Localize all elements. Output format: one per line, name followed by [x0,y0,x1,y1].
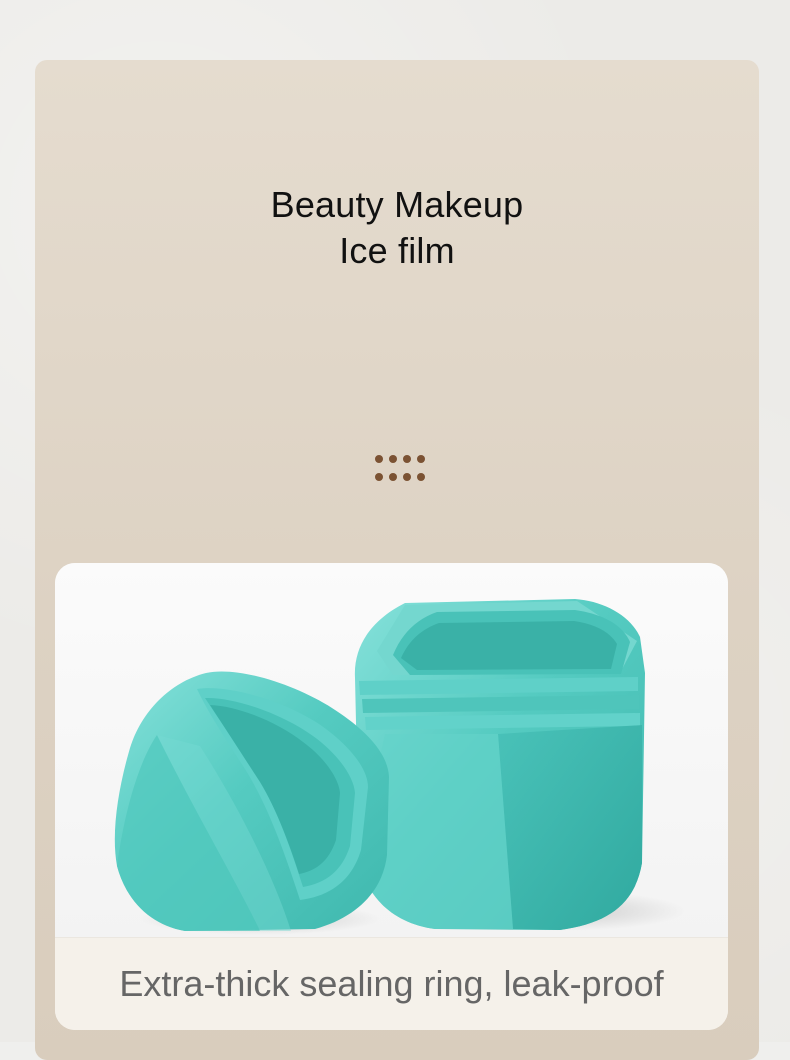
dot-grid-decoration [375,455,431,483]
content-card: Beauty Makeup Ice film Extra-thick seali… [35,60,759,1060]
dot-decoration [375,455,383,463]
left-lid-shape [114,671,389,931]
product-title-line-2: Ice film [339,230,455,271]
feature-caption: Extra-thick sealing ring, leak-proof [119,963,664,1004]
dot-decoration [403,455,411,463]
dot-decoration [389,473,397,481]
right-container-shape [354,599,645,930]
product-photo [55,563,728,937]
dot-decoration [375,473,383,481]
ice-container-illustration [114,599,685,935]
product-photo-panel: Extra-thick sealing ring, leak-proof [55,563,728,1030]
product-title: Beauty Makeup Ice film [35,182,759,274]
dot-decoration [417,473,425,481]
product-title-line-1: Beauty Makeup [270,184,524,225]
caption-bar: Extra-thick sealing ring, leak-proof [55,937,728,1030]
dot-decoration [417,455,425,463]
dot-decoration [389,455,397,463]
dot-decoration [403,473,411,481]
